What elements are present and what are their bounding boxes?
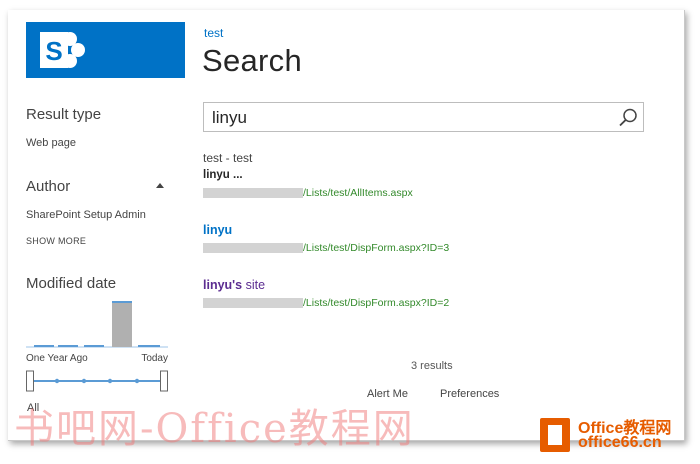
page-title: Search [202, 43, 303, 78]
chevron-up-icon[interactable] [155, 181, 165, 189]
slider-tick [107, 378, 113, 384]
date-range-slider[interactable] [26, 370, 168, 392]
result-url-path: /Lists/test/AllItems.aspx [303, 187, 413, 199]
result-url[interactable]: /Lists/test/DispForm.aspx?ID=3 [203, 242, 449, 254]
histogram-bar [34, 345, 54, 347]
result-subtitle-row: linyu ... [203, 169, 243, 181]
watermark-text: 书吧网-Office教程网 [14, 406, 415, 452]
slider-tick [54, 378, 60, 384]
date-histogram [26, 301, 168, 348]
refiner-heading-author: Author [26, 178, 71, 195]
result-title[interactable]: linyu's site [203, 278, 265, 292]
histogram-bar [112, 301, 132, 347]
result-url-path: /Lists/test/DispForm.aspx?ID=3 [303, 242, 450, 254]
search-icon[interactable] [617, 107, 639, 129]
refiner-item-web-page[interactable]: Web page [26, 137, 76, 149]
search-input[interactable] [210, 106, 614, 130]
site-breadcrumb-link[interactable]: test [204, 26, 223, 40]
refiner-heading-result-type: Result type [26, 106, 102, 123]
slider-from-label: One Year Ago [26, 353, 88, 364]
search-result: test - test [203, 151, 252, 165]
slider-to-label: Today [141, 353, 168, 364]
redacted-host [203, 188, 303, 199]
redacted-host [203, 243, 303, 254]
result-url-path: /Lists/test/DispForm.aspx?ID=2 [303, 297, 450, 309]
redacted-host [203, 298, 303, 309]
preferences-link[interactable]: Preferences [440, 388, 499, 400]
slider-labels: One Year Ago Today [26, 353, 168, 367]
slider-tick [134, 378, 140, 384]
histogram-bar [58, 345, 78, 347]
results-count: 3 results [411, 360, 453, 372]
result-title[interactable]: linyu [203, 223, 232, 237]
result-title[interactable]: test - test [203, 151, 252, 165]
sharepoint-logo[interactable]: S [26, 22, 185, 78]
search-box [203, 102, 644, 132]
slider-tick [81, 378, 87, 384]
result-title-rest: site [242, 278, 266, 292]
histogram-bar [84, 345, 104, 347]
svg-text:S: S [45, 36, 62, 66]
slider-handle-right [160, 370, 168, 392]
refiner-item-author[interactable]: SharePoint Setup Admin [26, 209, 146, 221]
sharepoint-logo-icon: S [40, 32, 85, 68]
histogram-bar-top [112, 301, 132, 303]
histogram-bar [138, 345, 160, 347]
badge-url: office66.cn [578, 434, 662, 451]
result-url[interactable]: /Lists/test/DispForm.aspx?ID=2 [203, 297, 449, 309]
search-result: linyu's site [203, 278, 265, 292]
result-title-match: linyu's [203, 278, 243, 292]
search-result: linyu [203, 223, 232, 237]
result-url[interactable]: /Lists/test/AllItems.aspx [203, 187, 413, 199]
result-subtitle: linyu ... [203, 169, 243, 181]
refiner-heading-modified-date: Modified date [26, 275, 117, 292]
slider-handle-left [26, 370, 34, 392]
show-more-link[interactable]: SHOW MORE [26, 236, 86, 246]
